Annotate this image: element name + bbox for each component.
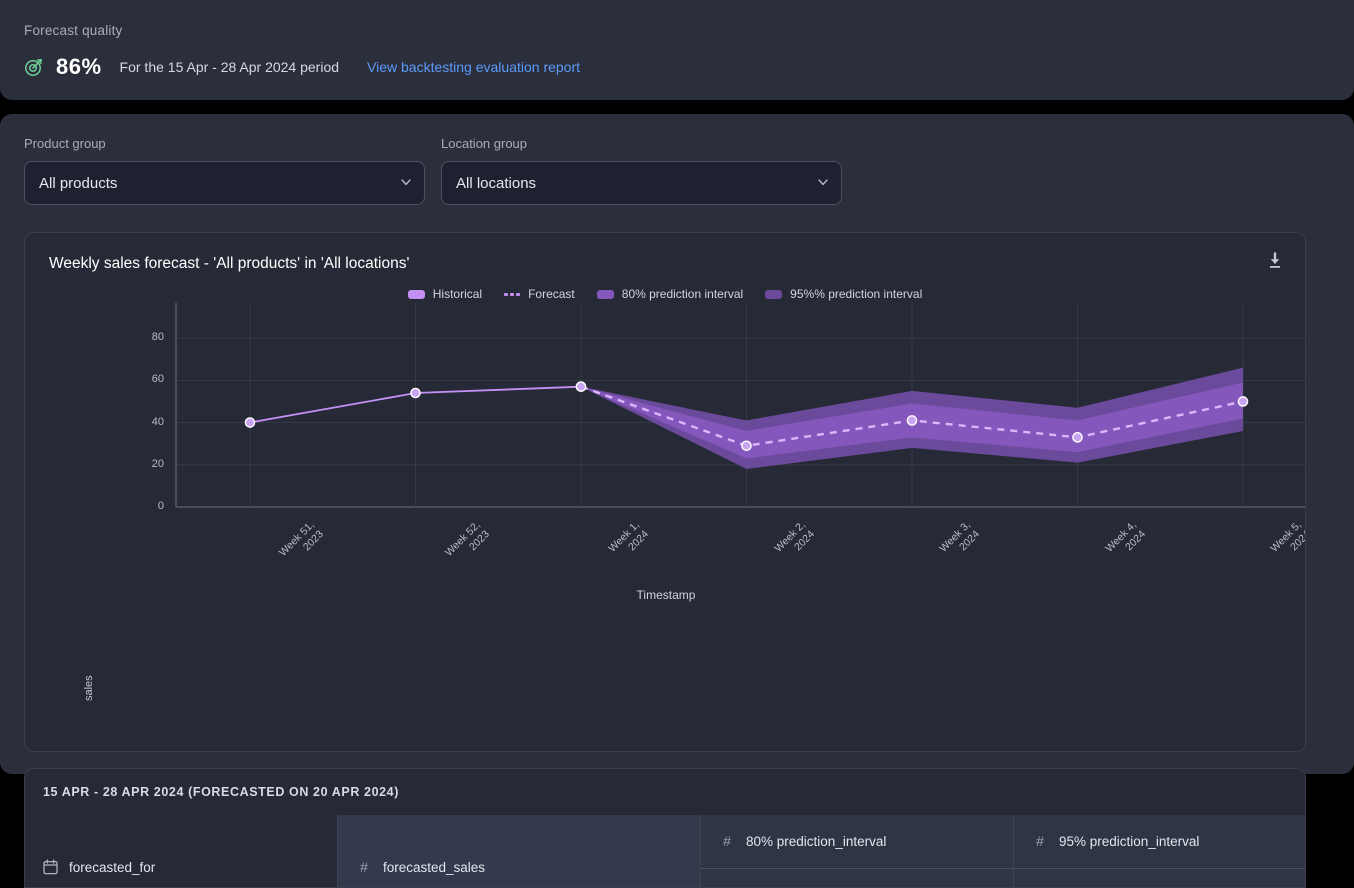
product-group-select[interactable]: All products <box>24 161 425 205</box>
column-label-80-prediction-interval: 80% prediction_interval <box>746 833 887 849</box>
chart-legend: Historical Forecast 80% prediction inter… <box>49 287 1281 301</box>
plot-area: 0 20 40 60 80 Week 51, 2023 Week 52, 2023 Week 1… <box>25 301 1305 701</box>
legend-item-95-interval: 95%% prediction interval <box>765 287 922 301</box>
legend-label-forecast: Forecast <box>528 287 575 301</box>
legend-label-historical: Historical <box>432 287 483 301</box>
forecast-quality-label: Forecast quality <box>24 23 123 38</box>
legend-item-80-interval: 80% prediction interval <box>596 287 744 301</box>
download-icon <box>1270 252 1280 268</box>
forecast-quality-score: 86% <box>56 54 102 79</box>
forecast-quality-row: 86% For the 15 Apr - 28 Apr 2024 period … <box>24 54 1330 80</box>
product-group-field: Product group All products <box>24 136 425 205</box>
forecast-quality-period: For the 15 Apr - 28 Apr 2024 period <box>119 59 340 75</box>
column-group-rule <box>1014 868 1305 869</box>
hash-icon: # <box>723 833 731 849</box>
product-group-label: Product group <box>24 136 106 151</box>
legend-swatch-forecast <box>504 292 521 296</box>
y-axis-label: sales <box>83 675 95 701</box>
table-header-row: forecasted_for # forecasted_sales # 80% … <box>25 815 1305 887</box>
forecast-chart-card: Weekly sales forecast - 'All products' i… <box>24 232 1306 752</box>
y-tick-label: 60 <box>151 373 164 386</box>
calendar-icon <box>43 859 58 875</box>
filters-row: Product group All products Location grou… <box>24 136 1330 205</box>
location-group-field: Location group All locations <box>441 136 842 205</box>
backtesting-report-link[interactable]: View backtesting evaluation report <box>367 59 580 75</box>
y-tick-label: 40 <box>151 415 164 428</box>
legend-label-95-interval: 95%% prediction interval <box>790 287 923 301</box>
product-group-value: All products <box>39 174 118 192</box>
chevron-down-icon <box>401 179 411 186</box>
column-group-rule <box>701 868 1013 869</box>
legend-label-80-interval: 80% prediction interval <box>621 287 744 301</box>
y-tick-label: 80 <box>151 331 164 344</box>
chevron-down-icon <box>818 179 828 186</box>
legend-swatch-95-interval <box>765 289 783 299</box>
y-tick-label: 20 <box>151 457 164 470</box>
legend-item-forecast: Forecast <box>504 287 575 301</box>
forecast-table-card: 15 APR - 28 APR 2024 (FORECASTED ON 20 A… <box>24 768 1306 888</box>
x-axis-label: Timestamp <box>636 588 696 602</box>
legend-swatch-historical <box>407 289 425 299</box>
forecast-quality-panel: Forecast quality 86% For the 15 Apr - 28… <box>0 0 1354 100</box>
column-forecasted-for[interactable]: forecasted_for <box>25 815 337 887</box>
y-tick-label: 0 <box>157 500 164 512</box>
legend-item-historical: Historical <box>407 287 483 301</box>
location-group-value: All locations <box>456 174 537 192</box>
column-label-forecasted-sales: forecasted_sales <box>383 859 486 875</box>
chart-header: Weekly sales forecast - 'All products' i… <box>25 233 1305 301</box>
column-95-prediction-interval[interactable]: # 95% prediction_interval <box>1013 815 1305 887</box>
column-label-95-prediction-interval: 95% prediction_interval <box>1059 833 1200 849</box>
download-chart-button[interactable] <box>1259 245 1291 277</box>
column-label-forecasted-for: forecasted_for <box>69 859 156 875</box>
chart-title: Weekly sales forecast - 'All products' i… <box>49 255 410 272</box>
legend-swatch-80-interval <box>596 289 614 299</box>
location-group-select[interactable]: All locations <box>441 161 842 205</box>
hash-icon: # <box>1036 833 1044 849</box>
table-caption: 15 APR - 28 APR 2024 (FORECASTED ON 20 A… <box>43 785 399 799</box>
forecast-plot <box>175 303 1305 508</box>
column-80-prediction-interval[interactable]: # 80% prediction_interval <box>700 815 1013 887</box>
main-panel: Product group All products Location grou… <box>0 114 1354 888</box>
location-group-label: Location group <box>441 136 528 151</box>
hash-icon: # <box>360 859 368 875</box>
column-forecasted-sales[interactable]: # forecasted_sales <box>337 815 700 887</box>
target-icon <box>25 59 42 76</box>
